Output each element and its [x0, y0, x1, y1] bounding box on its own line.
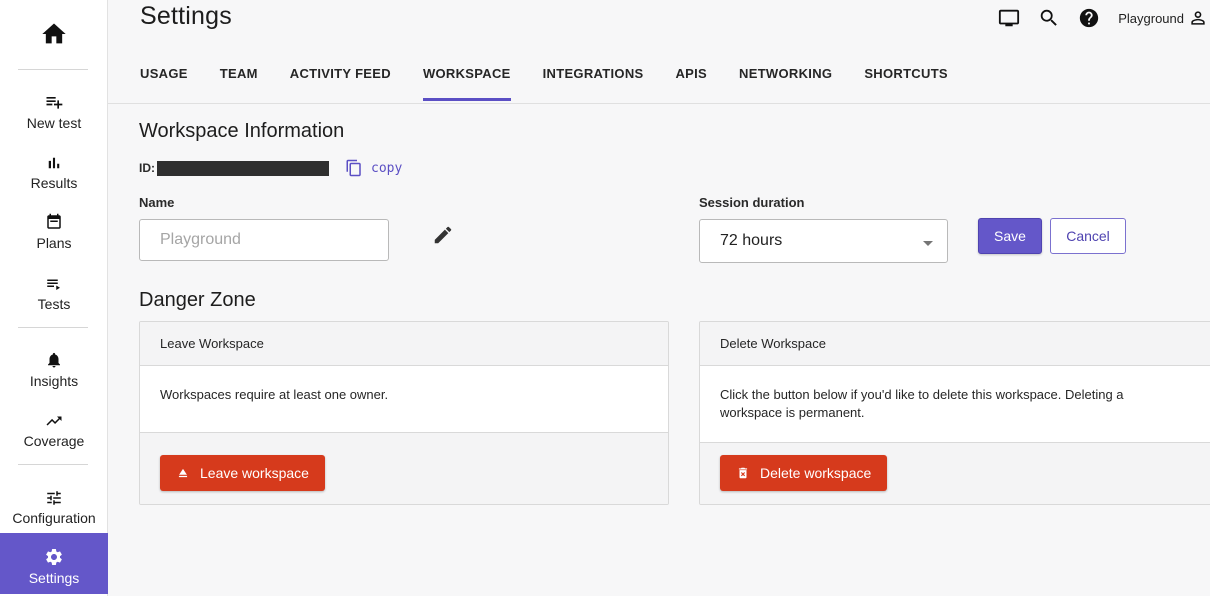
settings-tabs: USAGE TEAM ACTIVITY FEED WORKSPACE INTEG… [140, 66, 980, 101]
delete-workspace-button-label: Delete workspace [760, 465, 872, 481]
tab-workspace[interactable]: WORKSPACE [422, 66, 511, 101]
tune-icon [47, 491, 61, 505]
name-label: Name [139, 195, 175, 210]
workspace-name: Playground [1118, 10, 1184, 26]
sidebar-item-label: Insights [29, 373, 79, 389]
pencil-icon [434, 226, 452, 244]
sidebar-divider [18, 69, 88, 70]
tab-usage[interactable]: USAGE [140, 66, 188, 101]
search-button[interactable] [1038, 7, 1060, 29]
help-icon [1080, 8, 1099, 28]
sidebar-item-coverage[interactable]: Coverage [0, 408, 108, 466]
help-button[interactable] [1078, 7, 1100, 29]
workspace-info-title: Workspace Information [139, 120, 345, 142]
sidebar-item-insights[interactable]: Insights [0, 348, 108, 406]
tab-integrations[interactable]: INTEGRATIONS [543, 66, 644, 101]
sidebar-item-label: Settings [28, 570, 80, 586]
person-icon [1191, 11, 1205, 25]
eject-icon [178, 468, 188, 478]
sidebar: New test Results Plans Tests Insights Co… [0, 0, 108, 596]
leave-workspace-button[interactable]: Leave workspace [160, 455, 325, 491]
sidebar-item-plans[interactable]: Plans [0, 210, 108, 268]
workspace-id-row: ID: copy [139, 158, 402, 178]
session-duration-label: Session duration [699, 195, 805, 210]
sidebar-divider [18, 464, 88, 465]
sidebar-item-label: Results [30, 175, 78, 191]
monitor-button[interactable] [998, 7, 1020, 29]
home-icon [42, 23, 66, 44]
sidebar-item-new-test[interactable]: New test [0, 90, 108, 148]
tab-networking[interactable]: NETWORKING [739, 66, 832, 101]
copy-icon [346, 159, 361, 177]
monitor-icon [999, 9, 1020, 27]
session-duration-select[interactable]: 72 hours [699, 219, 948, 263]
tab-shortcuts[interactable]: SHORTCUTS [864, 66, 948, 101]
session-duration-value: 72 hours [720, 232, 783, 249]
leave-workspace-footer: Leave workspace [140, 432, 668, 504]
sidebar-item-label: Configuration [12, 510, 96, 526]
save-button[interactable]: Save [978, 218, 1042, 254]
delete-workspace-header: Delete Workspace [700, 322, 1210, 366]
leave-workspace-body: Workspaces require at least one owner. [140, 366, 668, 404]
trending-up-icon [46, 416, 62, 426]
workspace-id-redacted [157, 160, 329, 176]
list-play-icon [47, 279, 60, 290]
sidebar-item-label: New test [26, 115, 82, 131]
sidebar-item-label: Plans [36, 235, 72, 251]
danger-zone-title: Danger Zone [139, 289, 256, 311]
delete-workspace-card: Delete Workspace Click the button below … [699, 321, 1210, 505]
cancel-button[interactable]: Cancel [1050, 218, 1126, 254]
workspace-id-label: ID: [139, 161, 155, 175]
leave-workspace-button-label: Leave workspace [200, 465, 309, 481]
tab-team[interactable]: TEAM [220, 66, 258, 101]
trash-icon [738, 467, 748, 479]
playlist-add-icon [46, 97, 63, 109]
workspace-menu[interactable]: Playground [1118, 8, 1208, 28]
search-icon [1040, 9, 1058, 26]
copy-label: copy [371, 160, 403, 176]
sidebar-item-label: Coverage [23, 433, 85, 449]
edit-name-button[interactable] [432, 224, 454, 251]
leave-workspace-header: Leave Workspace [140, 322, 668, 366]
bell-icon [48, 352, 60, 368]
page-title: Settings [140, 2, 232, 30]
top-toolbar: Playground [998, 6, 1210, 30]
delete-workspace-button[interactable]: Delete workspace [720, 455, 888, 491]
home-button[interactable] [0, 20, 108, 50]
copy-id-button[interactable]: copy [345, 158, 402, 178]
sidebar-divider [18, 327, 88, 328]
workspace-name-input[interactable] [139, 219, 389, 261]
delete-workspace-body: Click the button below if you'd like to … [700, 366, 1210, 422]
tab-activity-feed[interactable]: ACTIVITY FEED [290, 66, 391, 101]
tab-apis[interactable]: APIS [675, 66, 707, 101]
calendar-icon [47, 213, 61, 229]
gear-icon [45, 549, 62, 565]
bar-chart-icon [48, 157, 60, 169]
sidebar-item-settings[interactable]: Settings [0, 533, 108, 594]
sidebar-item-label: Tests [37, 296, 71, 312]
delete-workspace-footer: Delete workspace [700, 442, 1210, 504]
leave-workspace-card: Leave Workspace Workspaces require at le… [139, 321, 669, 505]
tabs-divider [108, 103, 1210, 104]
sidebar-item-tests[interactable]: Tests [0, 271, 108, 329]
chevron-down-icon [923, 241, 933, 246]
sidebar-item-results[interactable]: Results [0, 150, 108, 208]
